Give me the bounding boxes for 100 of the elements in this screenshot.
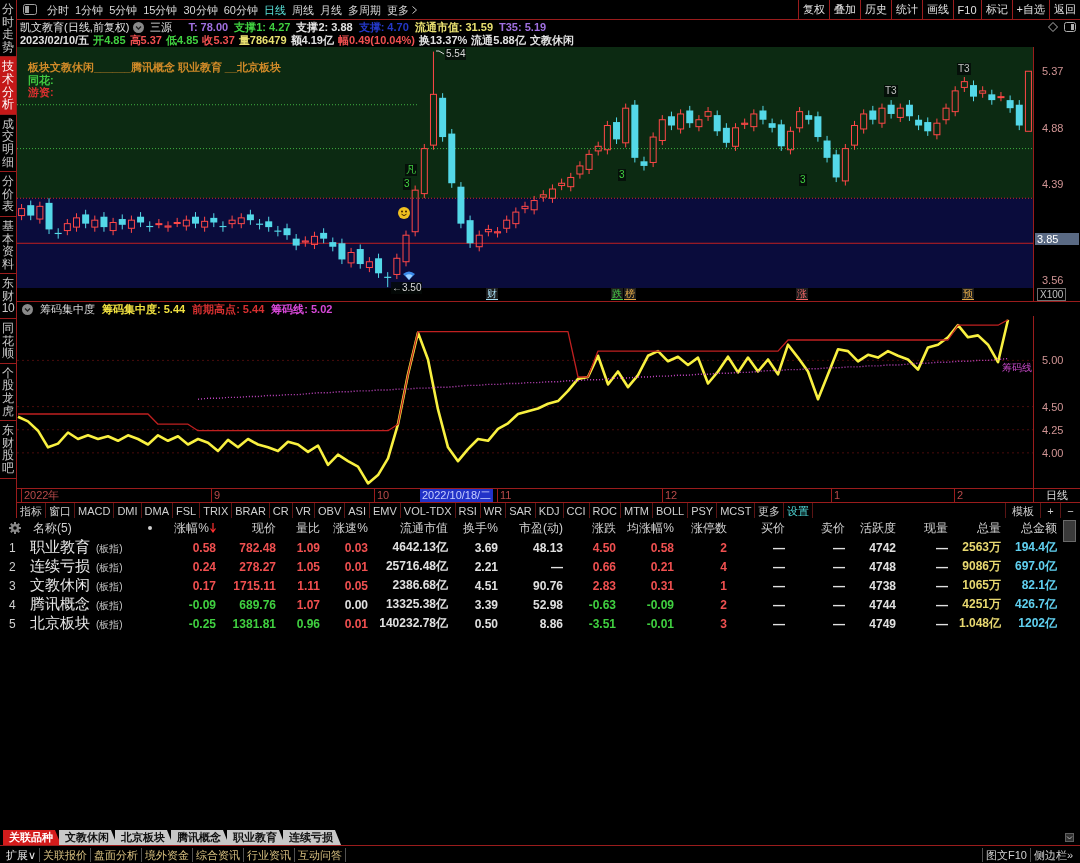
column-header[interactable]: 买价: [761, 519, 785, 537]
period-tab[interactable]: 5分钟: [109, 2, 138, 17]
related-tab[interactable]: 文教休闲: [59, 830, 117, 845]
column-header[interactable]: 市盈(动): [519, 519, 563, 537]
side-tab[interactable]: 同花顺: [0, 319, 16, 364]
period-tab[interactable]: 1分钟: [75, 2, 104, 17]
indicator-tab[interactable]: DMI: [114, 503, 142, 518]
indicator-tab[interactable]: MTM: [621, 503, 654, 518]
diamond-icon[interactable]: [1048, 22, 1058, 32]
indicator-tab[interactable]: VOL-TDX: [400, 503, 456, 518]
indicator-tab[interactable]: KDJ: [535, 503, 564, 518]
period-tab[interactable]: 月线: [320, 2, 342, 17]
indicator-tab[interactable]: FSL: [173, 503, 201, 518]
column-header[interactable]: 涨跌: [592, 519, 616, 537]
column-header[interactable]: 现价: [252, 519, 276, 537]
panel-toggle-icon[interactable]: [23, 4, 37, 15]
related-tab[interactable]: 连续亏损: [283, 830, 341, 845]
side-tab[interactable]: 东财股吧: [0, 421, 16, 479]
indicator-tab[interactable]: 指标: [17, 503, 46, 518]
sector-name[interactable]: 连续亏损: [30, 557, 90, 576]
indicator-tab[interactable]: WR: [480, 503, 507, 518]
more-button[interactable]: 更多: [387, 2, 417, 17]
event-marker[interactable]: 跌: [611, 288, 623, 300]
status-link[interactable]: 行业资讯: [244, 847, 296, 862]
indicator-tab[interactable]: VR: [292, 503, 315, 518]
event-marker[interactable]: 财: [486, 288, 498, 300]
column-header[interactable]: 总量: [977, 519, 1001, 537]
dropdown-icon[interactable]: [133, 21, 145, 33]
toolbar-button[interactable]: 统计: [890, 0, 922, 19]
side-tab[interactable]: 成交明细: [0, 114, 16, 173]
sector-name[interactable]: 北京板块: [30, 614, 90, 633]
side-tab[interactable]: 基本资料: [0, 216, 16, 275]
toolbar-button[interactable]: 复权: [797, 0, 829, 19]
period-tab[interactable]: 多周期: [348, 2, 381, 17]
status-link[interactable]: 综合资讯: [193, 847, 245, 862]
toolbar-button[interactable]: 叠加: [828, 0, 860, 19]
side-tab[interactable]: 东财10: [0, 274, 16, 320]
settings-icon[interactable]: [9, 522, 21, 534]
sector-name[interactable]: 职业教育: [30, 538, 90, 557]
period-tab[interactable]: 60分钟: [223, 2, 258, 17]
status-button[interactable]: 图文F10: [981, 847, 1030, 862]
related-tab[interactable]: 北京板块: [115, 830, 173, 845]
indicator-tab[interactable]: 设置: [784, 503, 814, 518]
column-header[interactable]: 现量: [924, 519, 948, 537]
column-header[interactable]: 总金额: [1021, 519, 1057, 537]
side-tab[interactable]: 技术分析: [0, 57, 16, 115]
indicator-tab[interactable]: TRIX: [200, 503, 233, 518]
dropdown-icon[interactable]: [1065, 833, 1074, 842]
indicator-tab[interactable]: EMV: [369, 503, 401, 518]
scrollbar-thumb[interactable]: [1063, 520, 1076, 542]
sector-name[interactable]: 文教休闲: [30, 576, 90, 595]
period-tab[interactable]: 15分钟: [143, 2, 178, 17]
toolbar-button[interactable]: 返回: [1049, 0, 1080, 19]
column-header[interactable]: 均涨幅%: [627, 519, 674, 537]
toolbar-button[interactable]: F10: [952, 0, 981, 19]
indicator-tab[interactable]: DMA: [141, 503, 173, 518]
indicator-tab[interactable]: 更多: [755, 503, 785, 518]
panel-button[interactable]: +: [1040, 503, 1060, 518]
column-header[interactable]: 名称(5): [30, 519, 135, 537]
status-link[interactable]: 境外资金: [142, 847, 194, 862]
column-header[interactable]: 涨速%: [333, 519, 368, 537]
indicator-tab[interactable]: BRAR: [232, 503, 270, 518]
period-tab[interactable]: 30分钟: [183, 2, 218, 17]
status-link[interactable]: 关联报价: [40, 847, 92, 862]
indicator-tab[interactable]: ASI: [345, 503, 370, 518]
column-header[interactable]: 换手%: [463, 519, 498, 537]
indicator-tab[interactable]: BOLL: [653, 503, 689, 518]
panel-icon[interactable]: [1064, 22, 1076, 32]
side-tab[interactable]: 个股龙虎: [0, 363, 16, 422]
indicator-tab[interactable]: RSI: [455, 503, 481, 518]
column-header[interactable]: 流通市值: [400, 519, 448, 537]
column-header[interactable]: 涨幅%: [174, 519, 209, 537]
toolbar-button[interactable]: 标记: [980, 0, 1012, 19]
period-tab[interactable]: 分时: [47, 2, 69, 17]
indicator-tab[interactable]: ROC: [589, 503, 621, 518]
toolbar-button[interactable]: +自选: [1011, 0, 1049, 19]
indicator-tab[interactable]: MCST: [717, 503, 756, 518]
indicator-tab[interactable]: SAR: [506, 503, 536, 518]
column-header[interactable]: 量比: [296, 519, 320, 537]
status-link[interactable]: 盘面分析: [91, 847, 143, 862]
column-header[interactable]: 涨停数: [691, 519, 727, 537]
event-marker[interactable]: 涨: [796, 288, 808, 300]
period-tab[interactable]: 周线: [292, 2, 314, 17]
column-header[interactable]: 卖价: [821, 519, 845, 537]
related-tab[interactable]: 职业教育: [227, 830, 285, 845]
event-marker[interactable]: 预: [962, 288, 974, 300]
indicator-tab[interactable]: OBV: [315, 503, 346, 518]
indicator-tab[interactable]: CR: [269, 503, 293, 518]
related-tab[interactable]: 关联品种: [3, 830, 61, 845]
status-link[interactable]: 互动问答: [295, 847, 347, 862]
indicator-tab[interactable]: CCI: [563, 503, 590, 518]
sector-name[interactable]: 腾讯概念: [30, 595, 90, 614]
indicator-tab[interactable]: MACD: [75, 503, 115, 518]
status-button[interactable]: 侧边栏»: [1029, 847, 1076, 862]
indicator-tab[interactable]: PSY: [688, 503, 718, 518]
status-link[interactable]: 扩展∨: [3, 847, 41, 862]
related-tab[interactable]: 腾讯概念: [171, 830, 229, 845]
side-tab[interactable]: 分价表: [0, 172, 16, 217]
toolbar-button[interactable]: 历史: [859, 0, 891, 19]
period-tab[interactable]: 日线: [264, 2, 286, 17]
